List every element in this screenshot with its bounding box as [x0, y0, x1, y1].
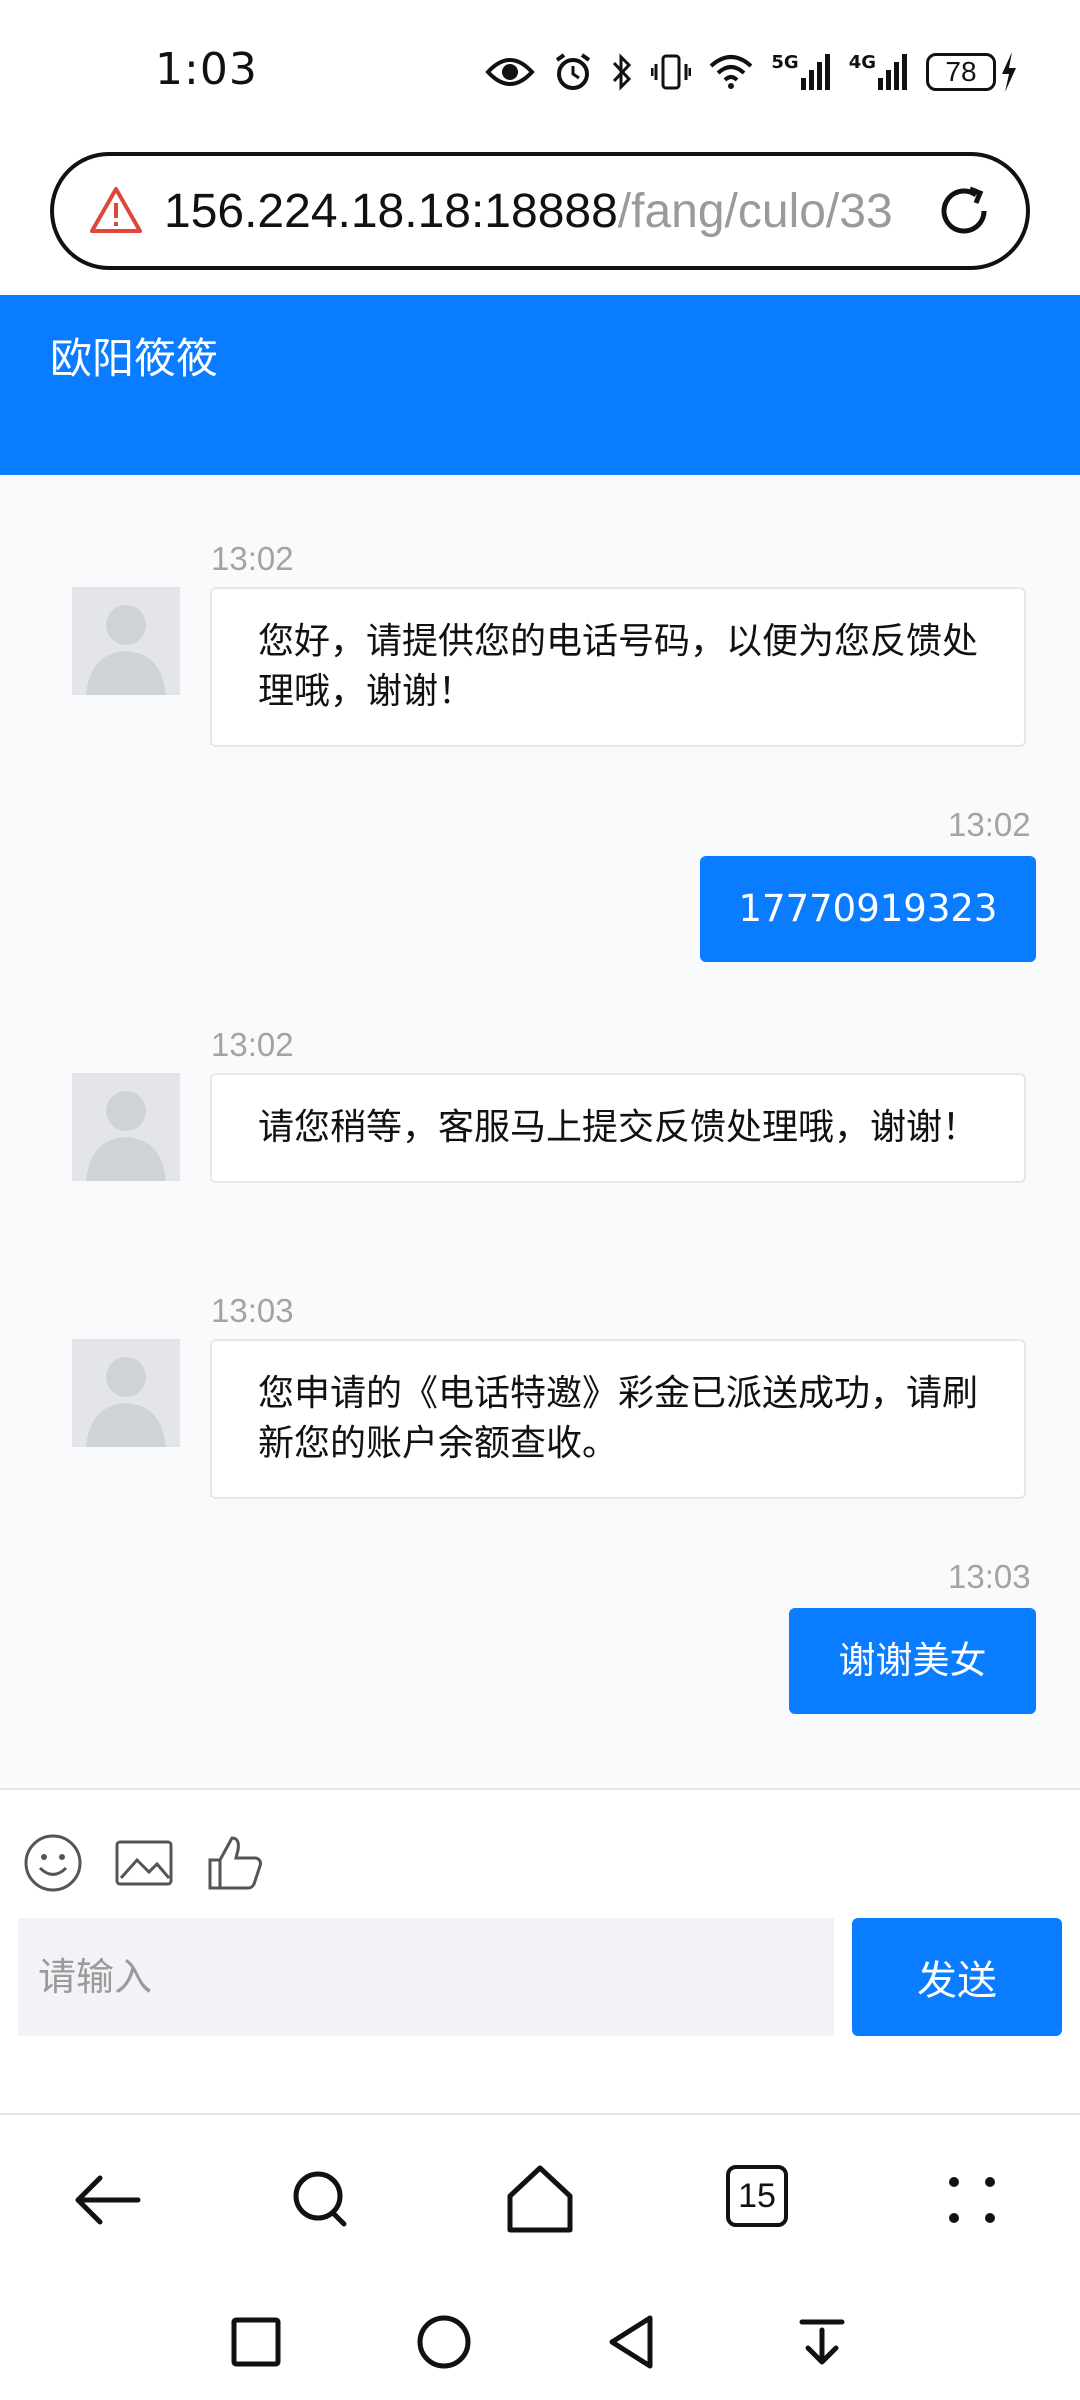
- message-bubble-sent: 谢谢美女: [789, 1608, 1036, 1714]
- url-bar[interactable]: 156.224.18.18:18888/fang/culo/33: [50, 152, 1030, 270]
- message-bubble-received: 您申请的《电话特邀》彩金已派送成功，请刷新您的账户余额查收。: [210, 1339, 1026, 1499]
- home-circle-icon[interactable]: [412, 2310, 476, 2374]
- message-bubble-sent: 17770919323: [700, 856, 1036, 962]
- tabs-icon[interactable]: 15: [726, 2165, 788, 2227]
- network-label-4g: 4G: [848, 52, 876, 73]
- eye-icon: [485, 54, 536, 90]
- system-nav-bar: [0, 2283, 1080, 2400]
- url-path: /fang/culo/33: [617, 184, 893, 238]
- message-bubble-received: 您好，请提供您的电话号码，以便为您反馈处理哦，谢谢！: [210, 587, 1026, 747]
- vibrate-icon: [651, 52, 692, 92]
- status-bar: 1:03 5G 4G 78: [0, 0, 1080, 140]
- recents-square-icon[interactable]: [224, 2310, 288, 2374]
- thumbs-up-icon[interactable]: [204, 1832, 266, 1894]
- home-icon[interactable]: [500, 2160, 580, 2240]
- url-text[interactable]: 156.224.18.18:18888/fang/culo/33: [164, 184, 916, 239]
- more-dots-icon[interactable]: [932, 2160, 1012, 2240]
- reload-icon[interactable]: [932, 179, 996, 243]
- alarm-icon: [553, 52, 593, 92]
- back-triangle-icon[interactable]: [600, 2310, 664, 2374]
- charging-icon: [1002, 52, 1016, 92]
- avatar: [72, 1073, 180, 1181]
- message-bubble-received: 请您稍等，客服马上提交反馈处理哦，谢谢！: [210, 1073, 1026, 1183]
- status-icons: 5G 4G 78: [485, 50, 1018, 94]
- avatar: [72, 587, 180, 695]
- status-time: 1:03: [155, 44, 258, 95]
- message-input[interactable]: [18, 1918, 834, 2036]
- chat-header: 欧阳筱筱: [0, 295, 1080, 475]
- search-icon[interactable]: [282, 2160, 362, 2240]
- battery-icon: 78: [926, 52, 1018, 92]
- signal-4g-icon: 4G: [849, 54, 908, 90]
- url-host: 156.224.18.18:18888: [164, 184, 618, 238]
- back-arrow-icon[interactable]: [68, 2160, 148, 2240]
- message-time: 13:03: [948, 1558, 1031, 1595]
- avatar: [72, 1339, 180, 1447]
- emoji-icon[interactable]: [22, 1832, 84, 1894]
- bluetooth-icon: [611, 52, 633, 92]
- image-icon[interactable]: [113, 1832, 175, 1894]
- wifi-icon: [709, 54, 753, 90]
- message-time: 13:02: [948, 806, 1031, 843]
- warning-triangle-icon[interactable]: [88, 183, 144, 239]
- screen: 1:03 5G 4G 78 156.224.18.18:18888/fang/c…: [0, 0, 1080, 2400]
- battery-level: 78: [926, 53, 996, 91]
- network-label-5g: 5G: [771, 52, 799, 73]
- message-time: 13:02: [211, 540, 294, 577]
- pull-down-icon[interactable]: [790, 2310, 854, 2374]
- message-time: 13:02: [211, 1026, 294, 1063]
- chat-title: 欧阳筱筱: [50, 334, 219, 383]
- message-time: 13:03: [211, 1292, 294, 1329]
- send-button[interactable]: 发送: [852, 1918, 1062, 2036]
- signal-5g-icon: 5G: [771, 54, 830, 90]
